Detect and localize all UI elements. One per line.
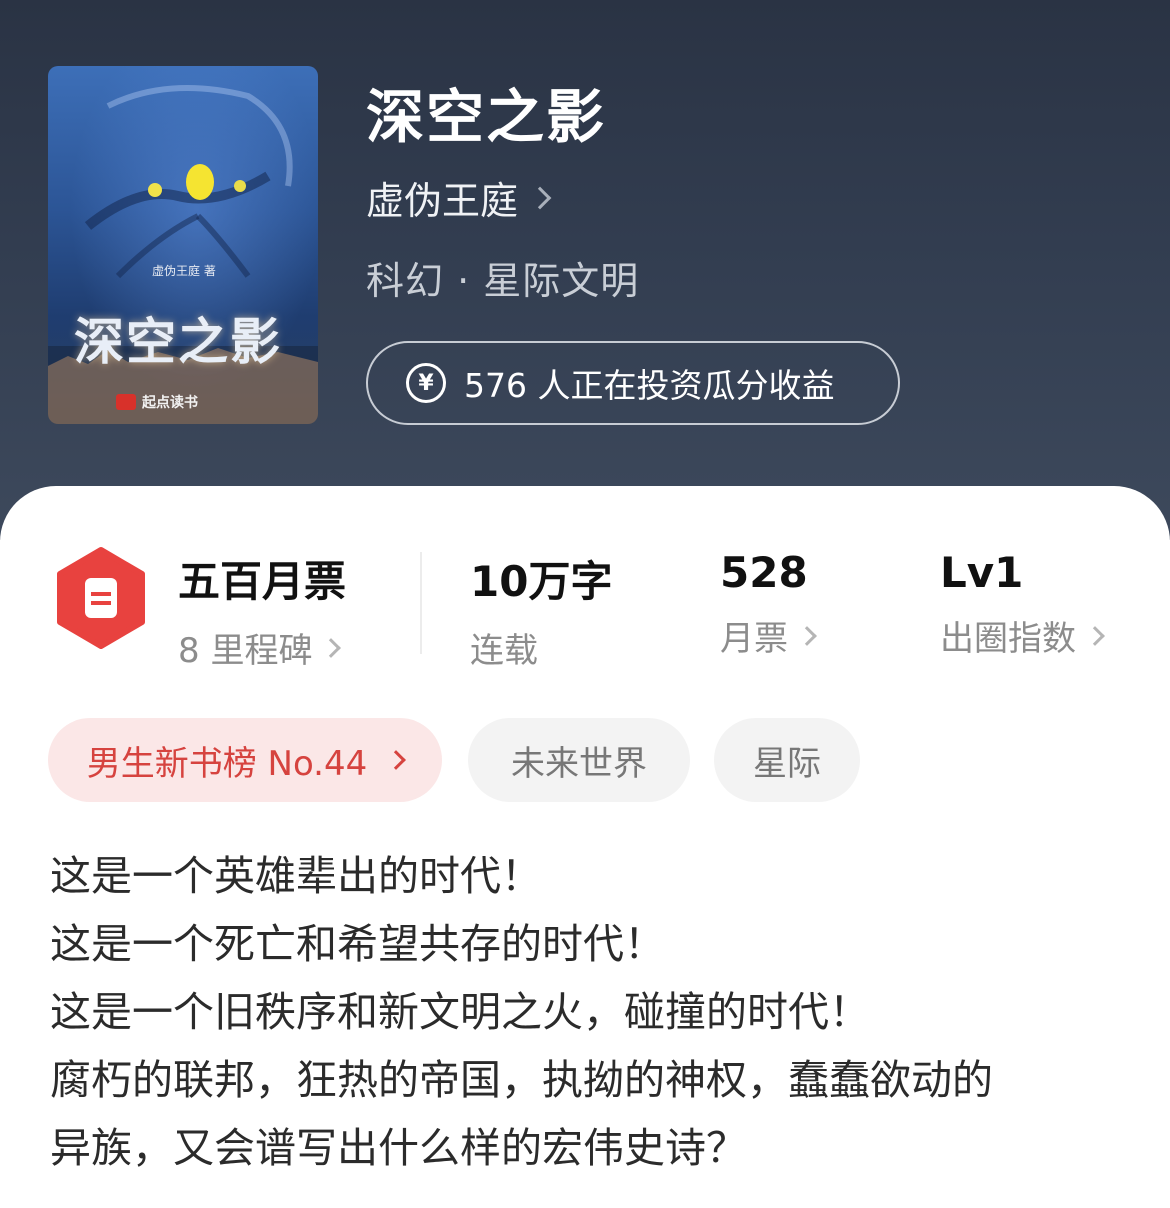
tag-future-world[interactable]: 未来世界 [468,718,690,802]
stat-monthly-tickets[interactable]: 528 月票 [720,548,817,660]
tag-label: 星际 [753,743,821,784]
genre-label: 科幻 · 星际文明 [366,259,640,303]
cover-author: 虚伪王庭 著 [152,264,216,278]
author-link[interactable]: 虚伪王庭 [366,170,552,225]
stat-value: 五百月票 [178,557,347,606]
book-cover[interactable]: 虚伪王庭 著 深空之影 起点读书 [48,66,318,424]
stat-label: 月票 [720,619,788,659]
stat-popularity-index[interactable]: Lv1 出圈指数 [940,548,1105,660]
description-line: 这是一个旧秩序和新文明之火，碰撞的时代！ [50,988,870,1036]
ticket-icon [57,547,145,649]
chevron-right-icon [321,637,342,658]
tag-label: 未来世界 [511,743,647,784]
invest-button[interactable]: ¥ 576 人正在投资瓜分收益 [366,341,900,425]
book-description: 这是一个英雄辈出的时代！ 这是一个死亡和希望共存的时代！ 这是一个旧秩序和新文明… [50,842,1130,1182]
stat-value: 528 [720,548,808,597]
tag-interstellar[interactable]: 星际 [714,718,860,802]
stat-label: 8 里程碑 [178,631,313,671]
stat-divider [420,552,422,654]
stat-value: Lv1 [940,548,1024,597]
chevron-right-icon [386,750,407,770]
author-name: 虚伪王庭 [366,179,519,223]
stat-word-count: 10万字 连载 [470,548,612,672]
description-line: 腐朽的联邦，狂热的帝国，执拗的神权，蠢蠢欲动的 [50,1056,993,1104]
stat-label: 连载 [470,631,538,671]
book-info-card: 五百月票 8 里程碑 10万字 连载 528 月票 Lv1 出圈指数 男生新书榜… [0,486,1170,1208]
stat-label: 出圈指数 [940,619,1076,659]
description-line: 异族，又会谱写出什么样的宏伟史诗？ [50,1124,747,1172]
yen-icon: ¥ [406,363,446,403]
book-title: 深空之影 [366,83,607,151]
description-line: 这是一个死亡和希望共存的时代！ [50,920,665,968]
chevron-right-icon [797,625,817,646]
book-header: 虚伪王庭 著 深空之影 起点读书 深空之影 虚伪王庭 科幻 · 星际文明 ¥ 5… [0,0,1170,540]
chevron-right-icon [528,186,552,209]
chevron-right-icon [1085,625,1105,646]
cover-publisher: 起点读书 [142,395,198,411]
publisher-logo [116,394,136,410]
invest-text: 576 人正在投资瓜分收益 [464,366,835,405]
stat-milestone[interactable]: 五百月票 8 里程碑 [178,548,346,672]
description-line: 这是一个英雄辈出的时代！ [50,852,542,900]
tag-label: 男生新书榜 No.44 [86,743,368,784]
tag-rank[interactable]: 男生新书榜 No.44 [48,718,442,802]
stat-value: 10万字 [470,557,613,606]
cover-title: 深空之影 [74,312,282,371]
